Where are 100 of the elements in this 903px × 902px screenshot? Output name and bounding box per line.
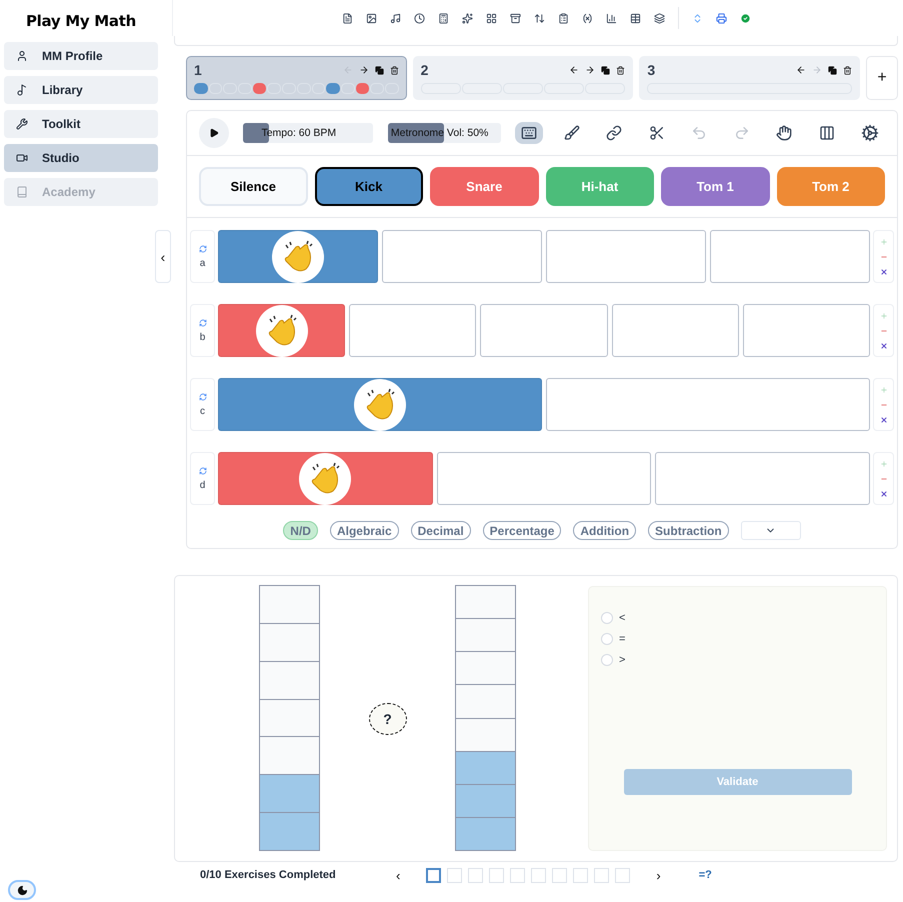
filter-tag[interactable]: N/D (283, 521, 318, 540)
pattern-tab[interactable]: 2 (412, 56, 634, 100)
pattern-tab[interactable]: 3 (639, 56, 860, 100)
refresh-icon[interactable] (198, 318, 206, 326)
trash-icon[interactable] (390, 66, 399, 74)
tray-icon[interactable] (510, 12, 521, 24)
bar-chart-icon[interactable] (606, 12, 617, 24)
previous-button[interactable]: ‹ (390, 868, 406, 882)
answer-option[interactable]: = (601, 632, 874, 646)
grid-icon[interactable] (486, 12, 497, 24)
filter-tag[interactable]: Decimal (410, 521, 471, 540)
row-letter: b (200, 332, 206, 342)
right-arrow-icon[interactable] (585, 65, 596, 75)
refresh-icon[interactable] (198, 466, 206, 474)
image-icon[interactable] (366, 12, 377, 24)
copy-icon[interactable] (828, 66, 838, 74)
brush-icon (564, 125, 580, 141)
keyboard-icon (521, 125, 538, 141)
answer-option[interactable]: > (601, 653, 874, 667)
beat-cell[interactable] (655, 452, 870, 505)
scissors-icon (648, 125, 665, 141)
pattern-number: 3 (647, 62, 656, 78)
filter-tag[interactable]: Addition (573, 521, 636, 540)
radio-button[interactable] (601, 654, 613, 666)
nav-icon (16, 118, 28, 130)
print-icon[interactable] (716, 12, 727, 24)
beat-cell[interactable] (612, 304, 739, 357)
beat-cell[interactable] (382, 230, 542, 283)
check-icon[interactable] (740, 12, 751, 24)
layers-icon[interactable] (654, 12, 665, 24)
close-icon[interactable] (880, 268, 888, 276)
collapse-button[interactable]: ‹ (155, 230, 171, 283)
instrument-button[interactable]: Kick (314, 167, 423, 206)
radio-button[interactable] (601, 633, 613, 645)
play-button[interactable] (199, 118, 229, 148)
close-icon[interactable] (880, 342, 888, 350)
copy-icon[interactable] (374, 66, 384, 74)
filter-tag[interactable]: Subtraction (648, 521, 729, 540)
theme-toggle[interactable] (8, 880, 36, 900)
right-arrow-icon[interactable] (358, 65, 369, 75)
filter-tag[interactable]: Percentage (482, 521, 562, 540)
left-arrow-icon[interactable] (569, 65, 580, 75)
variable-icon[interactable] (582, 12, 593, 24)
row-letter: c (200, 406, 205, 416)
progress-text: 0/10 Exercises Completed (200, 869, 337, 881)
answer-option[interactable]: < (601, 611, 874, 625)
document-icon[interactable] (342, 12, 353, 24)
sidebar-item[interactable]: Toolkit (4, 110, 158, 138)
app-logo: Play My Math (24, 12, 138, 30)
radio-button[interactable] (601, 612, 613, 624)
instrument-button[interactable]: Silence (199, 167, 308, 206)
hint-button[interactable]: =? (692, 868, 718, 882)
link-icon (606, 125, 622, 141)
clock-icon[interactable] (414, 12, 425, 24)
sparkles-icon[interactable] (462, 12, 473, 24)
table-icon[interactable] (630, 12, 641, 24)
beat-cell[interactable] (546, 230, 706, 283)
beat-cell[interactable] (436, 452, 652, 505)
trash-icon[interactable] (843, 66, 852, 74)
nav-icon (16, 50, 28, 62)
clap-icon (354, 378, 406, 430)
refresh-icon[interactable] (198, 392, 206, 400)
arrows-icon[interactable] (534, 12, 545, 24)
calculator-icon[interactable] (438, 12, 449, 24)
beat-cell[interactable] (349, 304, 476, 357)
beat-cell[interactable] (480, 304, 608, 357)
clipboard-icon[interactable] (558, 12, 569, 24)
chevrons-icon[interactable] (692, 12, 703, 24)
exercise-step[interactable] (426, 868, 442, 882)
sidebar-item[interactable]: Studio (4, 144, 158, 172)
copy-icon[interactable] (601, 66, 610, 74)
redo-icon (734, 125, 750, 141)
beat-cell[interactable] (710, 230, 870, 283)
sidebar-item[interactable]: MM Profile (4, 42, 158, 70)
filter-tag[interactable]: Algebraic (330, 521, 399, 540)
add-pattern-button[interactable]: + (866, 56, 898, 100)
keyboard-button[interactable] (515, 122, 544, 144)
play-icon (209, 128, 219, 138)
nav-icon (16, 186, 28, 198)
cog-icon (860, 124, 879, 142)
close-icon[interactable] (880, 416, 888, 424)
beat-cell[interactable] (742, 304, 870, 357)
clap-icon (299, 452, 352, 504)
refresh-icon[interactable] (198, 244, 206, 252)
next-button[interactable]: › (650, 868, 667, 882)
instrument-button[interactable]: Tom 1 (661, 167, 770, 206)
sidebar-item[interactable]: Library (4, 76, 158, 104)
pattern-tab[interactable]: 1 (186, 56, 407, 100)
clap-icon (256, 304, 308, 356)
beat-cell[interactable] (546, 378, 870, 431)
clap-icon (272, 230, 324, 282)
close-icon[interactable] (880, 490, 888, 498)
pattern-number: 2 (420, 62, 430, 78)
undo-icon (691, 125, 708, 141)
music-note-icon[interactable] (390, 12, 401, 24)
left-arrow-icon[interactable] (796, 65, 806, 75)
hand-icon (776, 125, 792, 141)
pattern-number: 1 (194, 62, 203, 78)
metronome-slider[interactable]: Metronome Vol: 50% (388, 123, 501, 143)
trash-icon[interactable] (616, 66, 626, 74)
